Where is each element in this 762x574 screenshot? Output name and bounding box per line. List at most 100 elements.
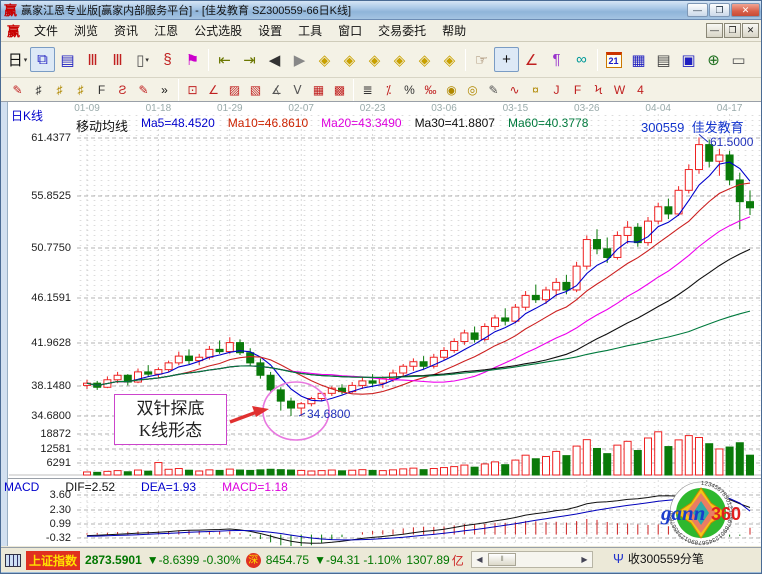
chan-tool-button[interactable]: ∞ — [569, 47, 594, 72]
sh-index-value: 2873.5901 — [85, 553, 142, 567]
scroll-right-arrow[interactable]: ▶ — [577, 552, 592, 567]
prev-bar-button[interactable]: ◀ — [262, 47, 287, 72]
flag-tool-button[interactable]: ⚑ — [180, 47, 205, 72]
receive-status-text[interactable]: 收300559分笔 — [628, 550, 704, 567]
f-tool-button[interactable]: F — [91, 80, 112, 99]
price-axis-label: 46.1591 — [5, 292, 71, 304]
menu-item-10[interactable]: 帮助 — [434, 20, 474, 41]
menu-item-5[interactable]: 公式选股 — [186, 20, 250, 41]
date-axis-label: 01-18 — [146, 103, 172, 114]
volume-axis-label: 18872 — [5, 428, 71, 440]
draw-pencil-button[interactable]: ✎ — [7, 80, 28, 99]
shen-line-button[interactable]: Ϟ — [588, 80, 609, 99]
ruler-button[interactable]: ≣ — [357, 80, 378, 99]
web-button[interactable]: ⊕ — [701, 47, 726, 72]
price-axis-label: 38.1480 — [5, 380, 71, 392]
grid-pattern-1-button[interactable]: ▦ — [308, 80, 329, 99]
maximize-button[interactable]: ❐ — [709, 3, 730, 17]
gann-diamond-6-button[interactable]: ◈ — [437, 47, 462, 72]
toolbar-separator — [597, 49, 598, 71]
turnover-unit: 亿 — [452, 552, 464, 569]
mdi-restore-button[interactable]: ❐ — [724, 23, 741, 38]
j-angle-button[interactable]: J — [546, 80, 567, 99]
gann-diamond-1-button[interactable]: ◈ — [312, 47, 337, 72]
period-daily-button[interactable]: 日▾ — [5, 47, 30, 72]
sz-index-badge[interactable]: 深 — [246, 553, 261, 568]
wave-button[interactable]: ∿ — [504, 80, 525, 99]
mdi-minimize-button[interactable]: — — [706, 23, 723, 38]
node-tool-button[interactable]: ¶ — [544, 47, 569, 72]
info-panel-button[interactable]: ▤ — [55, 47, 80, 72]
candle-style-button[interactable]: ▯▾ — [130, 47, 155, 72]
sh-index-badge[interactable]: 上证指数 — [26, 551, 80, 570]
bars-small-button[interactable]: Ⅲ — [80, 47, 105, 72]
gann-diamond-4-button[interactable]: ◈ — [387, 47, 412, 72]
grid-tool-button[interactable]: ♯ — [28, 80, 49, 99]
level-tool-button[interactable]: § — [155, 47, 180, 72]
drawing-toolbar: ✎♯♯♯FƧ✎»⊡∠▨▧∡Ⅴ▦▩≣⁒%‰◉◎✎∿¤JFϞW4 — [1, 78, 762, 102]
f-angle-button[interactable]: F — [567, 80, 588, 99]
gann-diamond-2-button[interactable]: ◈ — [337, 47, 362, 72]
pattern-annotation-box[interactable]: 双针探底 K线形态 — [114, 394, 227, 445]
menu-item-9[interactable]: 交易委托 — [370, 20, 434, 41]
date-axis-label: 01-09 — [74, 103, 100, 114]
gold-circle-1-button[interactable]: ◉ — [441, 80, 462, 99]
mdi-close-button[interactable]: ✕ — [742, 23, 759, 38]
win-line-button[interactable]: W — [609, 80, 630, 99]
gold-grid-2-button[interactable]: ♯ — [70, 80, 91, 99]
save-button[interactable]: ▣ — [676, 47, 701, 72]
orders-button[interactable]: ▭ — [726, 47, 751, 72]
menu-item-3[interactable]: 资讯 — [106, 20, 146, 41]
next-bar-button[interactable]: ▶ — [287, 47, 312, 72]
angle-tool-button[interactable]: ∠ — [519, 47, 544, 72]
app-window: 赢 赢家江恩专业版[赢家内部服务平台] - [佳发教育 SZ300559-66日… — [0, 0, 762, 574]
scroll-left-arrow[interactable]: ◀ — [472, 552, 487, 567]
pattern-1-button[interactable]: ▨ — [224, 80, 245, 99]
calendar-21-button[interactable]: 21 — [601, 47, 626, 72]
grid-pattern-2-button[interactable]: ▩ — [329, 80, 350, 99]
sz-index-change: ▼-94.31 -1.10% — [314, 553, 401, 567]
gold-line-button[interactable]: ¤ — [525, 80, 546, 99]
spiral-tool-button[interactable]: Ƨ — [112, 80, 133, 99]
menu-item-7[interactable]: 工具 — [290, 20, 330, 41]
brush-button[interactable]: ✎ — [483, 80, 504, 99]
four-line-button[interactable]: 4 — [630, 80, 651, 99]
menu-item-2[interactable]: 浏览 — [66, 20, 106, 41]
gann-diamond-5-button[interactable]: ◈ — [412, 47, 437, 72]
first-bar-button[interactable]: ⇤ — [212, 47, 237, 72]
sz-index-value: 8454.75 — [266, 553, 309, 567]
percent-line-button[interactable]: ⁒ — [378, 80, 399, 99]
v-pattern-button[interactable]: Ⅴ — [287, 80, 308, 99]
permille-button[interactable]: ‰ — [420, 80, 441, 99]
gold-grid-1-button[interactable]: ♯ — [49, 80, 70, 99]
close-button[interactable]: ✕ — [731, 3, 760, 17]
stock-name: 佳发教育 — [692, 120, 744, 135]
price-axis-label: 41.9628 — [5, 337, 71, 349]
menu-item-6[interactable]: 设置 — [250, 20, 290, 41]
notes-button[interactable]: ▤ — [651, 47, 676, 72]
minimize-button[interactable]: — — [687, 3, 708, 17]
pattern-2-button[interactable]: ▧ — [245, 80, 266, 99]
menu-item-8[interactable]: 窗口 — [330, 20, 370, 41]
gann-diamond-3-button[interactable]: ◈ — [362, 47, 387, 72]
stock-code: 300559 — [641, 120, 684, 135]
angle-line-button[interactable]: ∡ — [266, 80, 287, 99]
bars-large-button[interactable]: Ⅲ — [105, 47, 130, 72]
box-tool-button[interactable]: ⊡ — [182, 80, 203, 99]
percent-button[interactable]: % — [399, 80, 420, 99]
ma60-value: Ma60=40.3778 — [508, 116, 588, 135]
more-tools-button[interactable]: » — [154, 80, 175, 99]
gann-fan-button[interactable]: ∠ — [203, 80, 224, 99]
crosshair-tool-button[interactable]: + — [494, 47, 519, 72]
menu-item-4[interactable]: 江恩 — [146, 20, 186, 41]
gold-circle-2-button[interactable]: ◎ — [462, 80, 483, 99]
last-bar-button[interactable]: ⇥ — [237, 47, 262, 72]
chart-window-button[interactable]: ⧉ — [30, 47, 55, 72]
menu-item-1[interactable]: 文件 — [26, 20, 66, 41]
calculator-button[interactable]: ▦ — [626, 47, 651, 72]
quote-grid-icon[interactable] — [5, 554, 21, 567]
scroll-thumb[interactable]: ⦀ — [488, 553, 516, 566]
measure-pencil-button[interactable]: ✎ — [133, 80, 154, 99]
hand-tool-button[interactable]: ☞ — [469, 47, 494, 72]
horizontal-scrollbar[interactable]: ◀ ⦀ ▶ — [471, 551, 593, 568]
